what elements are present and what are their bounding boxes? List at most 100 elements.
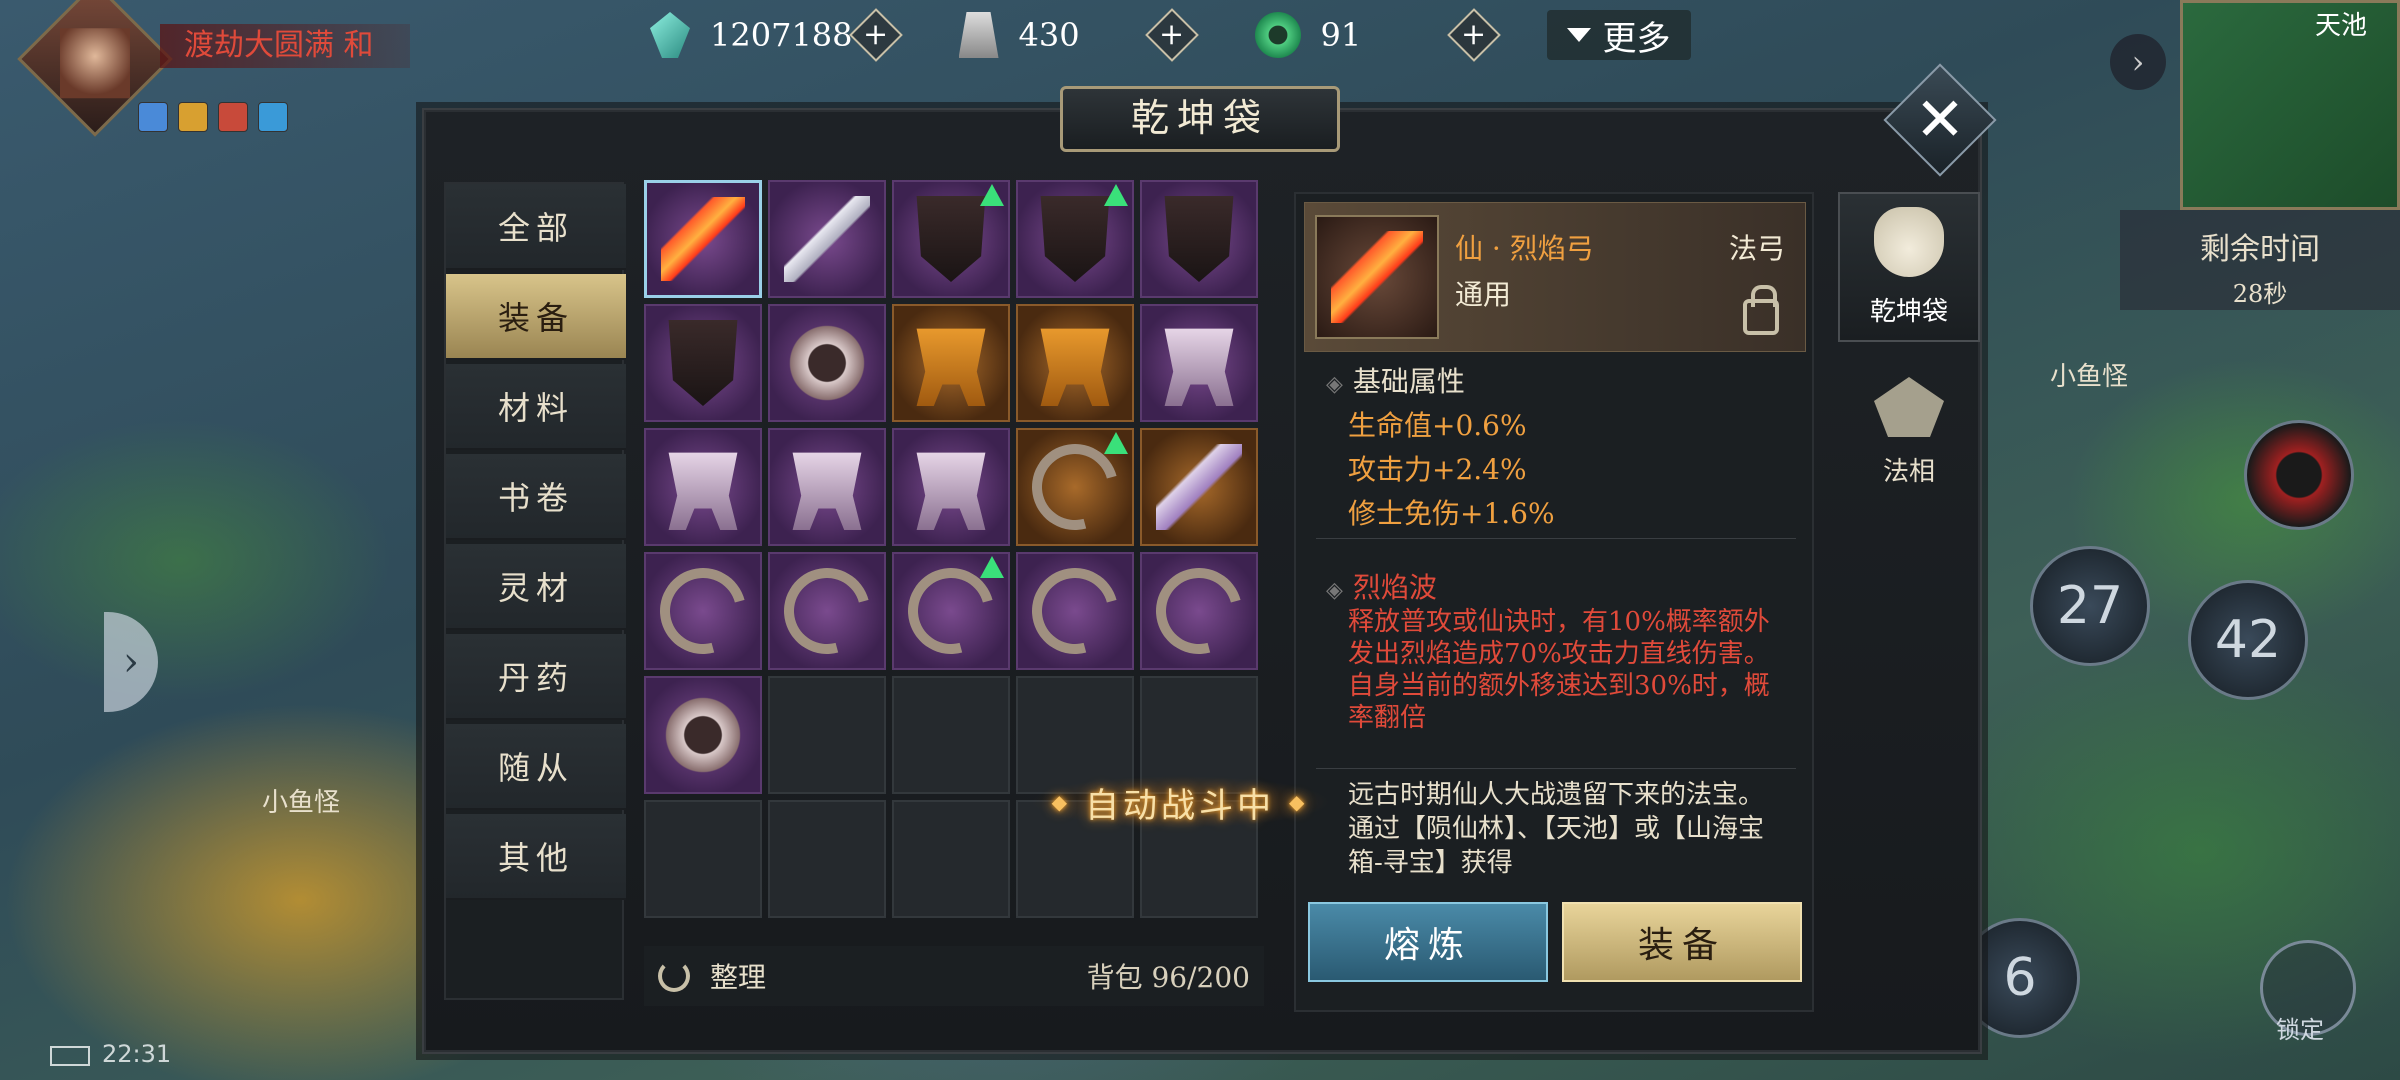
sort-button[interactable]: 整理 [658,956,766,996]
plus-icon: + [1460,17,1487,52]
buff-icon[interactable] [258,102,288,132]
inventory-slot[interactable] [892,428,1010,546]
inventory-slot[interactable] [768,180,886,298]
player-title: 渡劫大圆满 和 [160,24,410,68]
stat-damage-reduction: 修士免伤+1.6% [1348,497,1555,530]
inventory-slot[interactable] [1140,552,1258,670]
inventory-slot[interactable] [1016,180,1134,298]
expand-left-panel-button[interactable]: › [104,612,158,712]
cauldron-icon [916,452,986,530]
inventory-slot[interactable] [644,552,762,670]
side-tab-bag[interactable]: 乾坤袋 [1838,192,1980,342]
category-tab[interactable]: 随从 [446,724,626,810]
divider [1316,538,1796,539]
bow-icon [661,197,745,281]
inventory-slot[interactable] [1140,180,1258,298]
category-tab[interactable]: 灵材 [446,544,626,630]
inventory-slot[interactable] [1016,552,1134,670]
claw-icon [1142,554,1256,668]
clock: 22:31 [102,1040,172,1068]
skill-name: 烈焰波 [1326,566,1437,606]
inventory-slot[interactable] [892,304,1010,422]
side-tab-aspect-label: 法相 [1882,457,1935,487]
bag-capacity: 背包 96/200 [1086,961,1250,994]
more-button[interactable]: 更多 [1546,10,1691,60]
item-name: 仙 · 烈焰弓 [1455,232,1594,265]
battery-icon [50,1046,90,1066]
spirit-stone-icon [650,12,690,58]
unlock-icon[interactable] [1743,285,1779,335]
inventory-slot[interactable] [644,428,762,546]
inventory-slot[interactable] [1140,428,1258,546]
skill-button-2[interactable]: 42 [2188,580,2308,700]
empty-slot[interactable] [768,800,886,918]
smelt-button[interactable]: 熔炼 [1308,902,1548,982]
buff-icon[interactable] [138,102,168,132]
inventory-slot[interactable] [644,304,762,422]
chevron-right-icon: › [123,639,139,685]
auto-battle-label: 自动战斗中 [1085,785,1275,826]
category-tab[interactable]: 丹药 [446,634,626,720]
inventory-slot[interactable] [768,428,886,546]
category-tab[interactable]: 其他 [446,814,626,900]
item-usage: 通用 [1455,278,1512,311]
shield-icon [660,692,746,778]
inventory-slot[interactable] [1016,428,1134,546]
skill-cooldown-2: 42 [2214,610,2282,670]
token-currency: 430 + [958,5,1195,65]
empty-slot[interactable] [892,676,1010,794]
inventory-slot[interactable] [644,180,762,298]
minimap[interactable]: 天池 [2180,0,2400,210]
empty-slot[interactable] [892,800,1010,918]
skill-cooldown-3: 6 [2003,948,2037,1008]
add-token-button[interactable]: + [1149,12,1195,58]
token-value: 430 [1018,16,1080,54]
inventory-slot[interactable] [1016,304,1134,422]
base-attributes-title: 基础属性 [1326,360,1465,400]
banner-icon [1040,196,1110,282]
chevron-down-icon [1566,28,1591,42]
cauldron-icon [1164,328,1234,406]
jade-currency: 91 + [1254,5,1497,65]
item-icon [1315,215,1439,339]
skill-button-1[interactable]: 27 [2030,546,2150,666]
buff-icon[interactable] [178,102,208,132]
timer-value: 28秒 [2232,280,2288,308]
equip-button[interactable]: 装备 [1562,902,1802,982]
refresh-icon [658,960,690,992]
upgrade-arrow-icon [1104,432,1128,454]
inventory-slot[interactable] [1140,304,1258,422]
category-tab[interactable]: 书卷 [446,454,626,540]
category-tab[interactable]: 全部 [446,184,626,270]
inventory-slot[interactable] [892,180,1010,298]
token-icon [958,12,999,58]
add-spirit-stone-button[interactable]: + [853,12,899,58]
bow-icon [1331,231,1423,323]
shield-icon [784,320,870,406]
close-icon[interactable]: ✕ [1900,80,1980,160]
spirit-stone-value: 1207188 [710,16,853,54]
inventory-slot[interactable] [768,552,886,670]
inventory-slot[interactable] [644,676,762,794]
category-tab[interactable]: 材料 [446,364,626,450]
empty-slot[interactable] [644,800,762,918]
buff-icon[interactable] [218,102,248,132]
feather-icon [1156,444,1242,530]
claw-icon [770,554,884,668]
yin-yang-icon[interactable] [2244,420,2354,530]
buff-row [138,102,288,132]
add-jade-button[interactable]: + [1451,12,1497,58]
bag-icon [1874,207,1944,277]
sword-icon [784,196,870,282]
inventory-slot[interactable] [892,552,1010,670]
category-tab[interactable]: 装备 [446,274,626,360]
skill-description: 释放普攻或仙诀时，有10%概率额外发出烈焰造成70%攻击力直线伤害。自身当前的额… [1348,607,1770,733]
dialog-title: 乾坤袋 [1060,86,1340,152]
monster-label-right: 小鱼怪 [2050,362,2129,392]
banner-icon [916,196,986,282]
minimap-toggle-button[interactable]: › [2110,34,2166,90]
side-tab-aspect[interactable]: 法相 [1838,350,1980,500]
jade-value: 91 [1320,16,1362,54]
inventory-slot[interactable] [768,304,886,422]
empty-slot[interactable] [768,676,886,794]
